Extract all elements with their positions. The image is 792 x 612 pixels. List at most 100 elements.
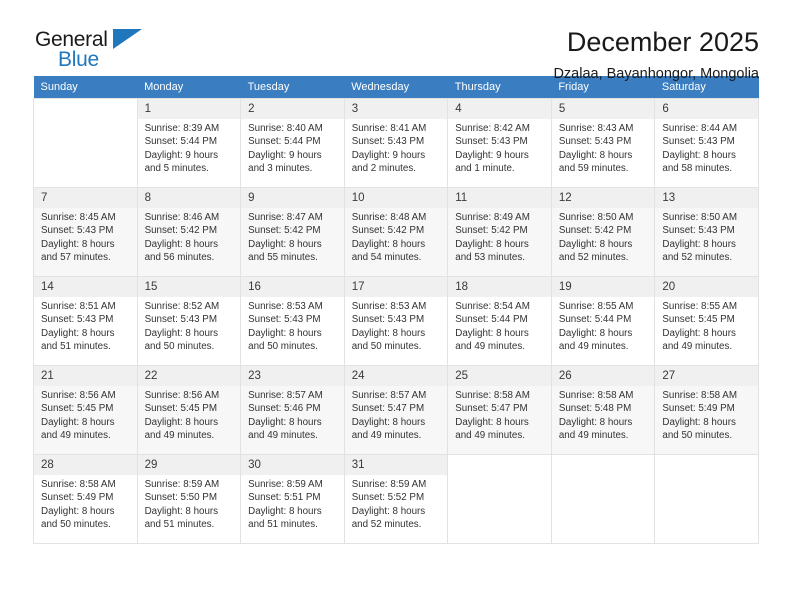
day-details: Sunrise: 8:42 AM Sunset: 5:43 PM Daylight:… [448,119,551,175]
daylight-text: Daylight: 8 hours [144,238,219,250]
day-number: 2 [241,99,344,119]
day-details: Sunrise: 8:59 AM Sunset: 5:52 PM Daylight:… [345,475,448,531]
daylight-text: and 5 minutes. [144,162,209,174]
day-details: Sunrise: 8:51 AM Sunset: 5:43 PM Daylight:… [34,297,137,353]
sunrise-sunset-calendar: Sunday Monday Tuesday Wednesday Thursday Frid… [33,76,759,544]
sunset-text: Sunset: 5:46 PM [248,403,321,415]
calendar-day-cell-11[interactable]: 11 Sunrise: 8:49 AM Sunset: 5:42 PM Dayligh… [447,187,552,277]
sunrise-text: Sunrise: 8:59 AM [351,479,427,490]
sunrise-text: Sunrise: 8:50 AM [662,212,737,223]
daylight-text: and 51 minutes. [248,518,318,530]
calendar-day-cell-15[interactable]: 15 Sunrise: 8:52 AM Sunset: 5:43 PM Dayligh… [136,276,242,366]
day-details: Sunrise: 8:58 AM Sunset: 5:47 PM Daylight:… [448,386,551,442]
day-number: 24 [344,366,448,386]
weekday-header-monday: Monday [137,76,241,99]
calendar-day-cell-29[interactable]: 29 Sunrise: 8:59 AM Sunset: 5:50 PM Dayligh… [136,454,242,544]
daylight-text: Daylight: 8 hours [41,416,115,428]
calendar-day-cell-8[interactable]: 8 Sunrise: 8:46 AM Sunset: 5:42 PM Daylight… [136,187,242,277]
daylight-text: Daylight: 8 hours [41,505,115,517]
daylight-text: Daylight: 8 hours [455,238,529,250]
calendar-day-cell-7[interactable]: 7 Sunrise: 8:45 AM Sunset: 5:43 PM Daylight… [33,187,138,277]
daylight-text: and 50 minutes. [248,340,318,352]
sunrise-text: Sunrise: 8:49 AM [455,212,530,223]
daylight-text: and 52 minutes. [662,251,733,263]
daylight-text: Daylight: 9 hours [455,149,529,161]
day-number: 4 [448,99,551,119]
calendar-day-cell-19[interactable]: 19 Sunrise: 8:55 AM Sunset: 5:44 PM Dayligh… [550,276,656,366]
calendar-day-cell-27[interactable]: 27 Sunrise: 8:58 AM Sunset: 5:49 PM Dayligh… [654,365,759,455]
daylight-text: Daylight: 8 hours [351,505,426,517]
sunset-text: Sunset: 5:48 PM [558,403,632,415]
daylight-text: Daylight: 8 hours [248,505,322,517]
daylight-text: and 49 minutes. [41,429,111,441]
sunrise-text: Sunrise: 8:44 AM [662,123,737,134]
day-number: 31 [344,455,448,475]
calendar-day-cell-17[interactable]: 17 Sunrise: 8:53 AM Sunset: 5:43 PM Dayligh… [343,276,449,366]
sunset-text: Sunset: 5:49 PM [662,403,735,415]
calendar-day-cell-30[interactable]: 30 Sunrise: 8:59 AM Sunset: 5:51 PM Dayligh… [240,454,345,544]
daylight-text: and 50 minutes. [351,340,422,352]
calendar-day-cell-24[interactable]: 24 Sunrise: 8:57 AM Sunset: 5:47 PM Dayligh… [343,365,449,455]
calendar-day-cell-16[interactable]: 16 Sunrise: 8:53 AM Sunset: 5:43 PM Dayligh… [240,276,345,366]
day-details: Sunrise: 8:46 AM Sunset: 5:42 PM Daylight:… [138,208,241,264]
calendar-day-cell-4[interactable]: 4 Sunrise: 8:42 AM Sunset: 5:43 PM Daylight… [447,98,552,188]
day-number: 20 [655,277,758,297]
sunrise-text: Sunrise: 8:57 AM [248,390,323,401]
calendar-day-cell-10[interactable]: 10 Sunrise: 8:48 AM Sunset: 5:42 PM Dayligh… [343,187,449,277]
calendar-empty-cell [550,454,656,544]
day-details: Sunrise: 8:55 AM Sunset: 5:45 PM Daylight:… [655,297,758,353]
day-number: 6 [655,99,758,119]
day-number: 22 [137,366,241,386]
sunrise-text: Sunrise: 8:58 AM [41,479,116,490]
sunrise-text: Sunrise: 8:39 AM [144,123,220,134]
sunset-text: Sunset: 5:42 PM [351,225,425,237]
calendar-day-cell-6[interactable]: 6 Sunrise: 8:44 AM Sunset: 5:43 PM Daylight… [654,98,759,188]
daylight-text: and 49 minutes. [558,429,629,441]
day-details: Sunrise: 8:53 AM Sunset: 5:43 PM Daylight:… [241,297,344,353]
sunrise-text: Sunrise: 8:50 AM [558,212,634,223]
sunrise-text: Sunrise: 8:57 AM [351,390,427,401]
calendar-day-cell-28[interactable]: 28 Sunrise: 8:58 AM Sunset: 5:49 PM Dayligh… [33,454,138,544]
calendar-day-cell-31[interactable]: 31 Sunrise: 8:59 AM Sunset: 5:52 PM Dayligh… [343,454,449,544]
calendar-day-cell-9[interactable]: 9 Sunrise: 8:47 AM Sunset: 5:42 PM Daylight… [240,187,345,277]
calendar-day-cell-5[interactable]: 5 Sunrise: 8:43 AM Sunset: 5:43 PM Daylight… [550,98,656,188]
day-details: Sunrise: 8:45 AM Sunset: 5:43 PM Daylight:… [34,208,137,264]
day-number: 18 [448,277,551,297]
day-number: 7 [34,188,137,208]
sunrise-text: Sunrise: 8:41 AM [351,123,427,134]
sunset-text: Sunset: 5:47 PM [351,403,425,415]
daylight-text: Daylight: 8 hours [144,327,219,339]
daylight-text: and 50 minutes. [41,518,111,530]
calendar-day-cell-25[interactable]: 25 Sunrise: 8:58 AM Sunset: 5:47 PM Dayligh… [447,365,552,455]
daylight-text: and 56 minutes. [144,251,215,263]
sunrise-text: Sunrise: 8:46 AM [144,212,220,223]
daylight-text: and 49 minutes. [248,429,318,441]
daylight-text: and 55 minutes. [248,251,318,263]
calendar-day-cell-18[interactable]: 18 Sunrise: 8:54 AM Sunset: 5:44 PM Dayligh… [447,276,552,366]
calendar-day-cell-13[interactable]: 13 Sunrise: 8:50 AM Sunset: 5:43 PM Dayligh… [654,187,759,277]
day-details: Sunrise: 8:57 AM Sunset: 5:46 PM Daylight:… [241,386,344,442]
sunset-text: Sunset: 5:43 PM [662,136,735,148]
general-blue-logo[interactable]: General Blue [35,26,155,78]
calendar-day-cell-2[interactable]: 2 Sunrise: 8:40 AM Sunset: 5:44 PM Daylight… [240,98,345,188]
daylight-text: Daylight: 8 hours [248,416,322,428]
day-number: 21 [34,366,137,386]
sunset-text: Sunset: 5:51 PM [248,492,321,504]
sunset-text: Sunset: 5:49 PM [41,492,114,504]
day-number: 26 [551,366,655,386]
calendar-day-cell-22[interactable]: 22 Sunrise: 8:56 AM Sunset: 5:45 PM Dayligh… [136,365,242,455]
calendar-day-cell-23[interactable]: 23 Sunrise: 8:57 AM Sunset: 5:46 PM Dayligh… [240,365,345,455]
daylight-text: Daylight: 8 hours [558,327,633,339]
calendar-day-cell-12[interactable]: 12 Sunrise: 8:50 AM Sunset: 5:42 PM Dayligh… [550,187,656,277]
calendar-day-cell-20[interactable]: 20 Sunrise: 8:55 AM Sunset: 5:45 PM Dayligh… [654,276,759,366]
calendar-day-cell-14[interactable]: 14 Sunrise: 8:51 AM Sunset: 5:43 PM Dayligh… [33,276,138,366]
sunrise-text: Sunrise: 8:56 AM [41,390,116,401]
sunset-text: Sunset: 5:47 PM [455,403,528,415]
calendar-day-cell-26[interactable]: 26 Sunrise: 8:58 AM Sunset: 5:48 PM Dayligh… [550,365,656,455]
calendar-week-row: 21 Sunrise: 8:56 AM Sunset: 5:45 PM Dayligh… [33,365,759,455]
calendar-day-cell-3[interactable]: 3 Sunrise: 8:41 AM Sunset: 5:43 PM Daylight… [343,98,449,188]
calendar-week-row: 28 Sunrise: 8:58 AM Sunset: 5:49 PM Dayligh… [33,454,759,544]
calendar-day-cell-1[interactable]: 1 Sunrise: 8:39 AM Sunset: 5:44 PM Daylight… [136,98,242,188]
calendar-day-cell-21[interactable]: 21 Sunrise: 8:56 AM Sunset: 5:45 PM Dayligh… [33,365,138,455]
day-number: 13 [655,188,758,208]
